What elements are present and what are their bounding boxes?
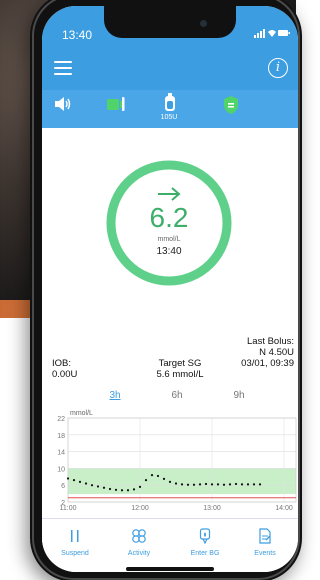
sg-data-point bbox=[102, 486, 106, 489]
target-sg-block: Target SG 5.6 mmol/L bbox=[140, 358, 220, 380]
y-tick-label: 6 bbox=[61, 483, 65, 490]
trend-arrow-right-icon bbox=[158, 187, 181, 201]
nav-suspend[interactable]: Suspend bbox=[50, 527, 100, 557]
sensor-glucose-unit: mmol/L bbox=[157, 236, 181, 243]
last-bolus-time: 03/01, 09:39 bbox=[241, 358, 294, 369]
target-range-band bbox=[68, 468, 296, 495]
sg-data-point bbox=[120, 489, 124, 492]
shield-icon[interactable] bbox=[222, 95, 240, 115]
sg-data-point bbox=[96, 485, 100, 488]
blood-drop-icon bbox=[199, 528, 211, 544]
hamburger-menu-icon[interactable] bbox=[54, 61, 72, 77]
sg-data-point bbox=[138, 485, 142, 488]
nav-events-label: Events bbox=[254, 550, 276, 557]
sensor-glucose-chart[interactable]: 261014182211:00 12:00 13:00 14:00mmol/L bbox=[42, 404, 298, 520]
sg-data-point bbox=[78, 480, 82, 483]
sg-data-point bbox=[150, 474, 154, 477]
sg-data-point bbox=[66, 477, 70, 480]
y-tick-label: 14 bbox=[57, 450, 65, 457]
iob-label: IOB: bbox=[52, 358, 72, 369]
pump-battery-icon[interactable] bbox=[106, 96, 126, 112]
sg-data-point bbox=[180, 483, 184, 486]
sg-data-point bbox=[72, 479, 76, 482]
sg-data-point bbox=[162, 477, 166, 480]
nav-activity-label: Activity bbox=[127, 550, 151, 557]
time-range-tabs: 3h 6h 9h bbox=[42, 388, 298, 404]
sg-data-point bbox=[204, 482, 208, 486]
nav-enter-bg[interactable]: Enter BG bbox=[180, 527, 230, 557]
sg-data-point bbox=[156, 474, 160, 478]
activity-icon bbox=[132, 529, 146, 543]
sg-data-point bbox=[240, 483, 244, 486]
target-sg-label: Target SG bbox=[158, 358, 202, 369]
speaker-icon[interactable] bbox=[54, 96, 72, 112]
x-tick-label: 13:00 bbox=[203, 505, 221, 512]
phone-screen: 13:40 i 105U 6.2 mmol/L 13:40 IOB: 0.00U… bbox=[42, 6, 298, 572]
bottom-navigation: Suspend Activity Enter BG Events bbox=[42, 518, 298, 572]
y-axis-label: mmol/L bbox=[70, 410, 93, 417]
sg-data-point bbox=[108, 487, 112, 491]
sg-data-point bbox=[114, 488, 118, 491]
home-indicator bbox=[126, 567, 214, 571]
sg-data-point bbox=[252, 483, 256, 486]
iob-block: IOB: 0.00U bbox=[52, 358, 77, 380]
last-bolus-value: N 4.50U bbox=[259, 347, 294, 358]
signal-wifi-battery-icon bbox=[254, 29, 290, 38]
sg-data-point bbox=[132, 488, 136, 491]
sg-data-point bbox=[192, 483, 196, 486]
tab-6h[interactable]: 6h bbox=[162, 390, 192, 401]
y-tick-label: 18 bbox=[57, 433, 65, 440]
reservoir-units: 105U bbox=[160, 114, 178, 121]
sensor-glucose-time: 13:40 bbox=[156, 246, 182, 257]
sg-data-point bbox=[144, 479, 148, 482]
info-icon[interactable]: i bbox=[268, 58, 288, 78]
tab-9h[interactable]: 9h bbox=[224, 390, 254, 401]
nav-events[interactable]: Events bbox=[240, 527, 290, 557]
sg-data-point bbox=[234, 482, 238, 486]
events-icon bbox=[259, 528, 271, 544]
y-tick-label: 22 bbox=[57, 416, 65, 423]
sg-data-point bbox=[174, 482, 178, 485]
last-bolus-block: Last Bolus: N 4.50U 03/01, 09:39 bbox=[241, 336, 294, 369]
reservoir-icon[interactable] bbox=[163, 93, 177, 113]
y-tick-label: 10 bbox=[57, 466, 65, 473]
status-time: 13:40 bbox=[62, 28, 93, 42]
status-icons bbox=[254, 28, 290, 41]
phone-notch bbox=[104, 6, 236, 38]
target-sg-value: 5.6 mmol/L bbox=[156, 369, 204, 380]
sensor-glucose-value: 6.2 bbox=[149, 202, 189, 233]
app-bar: i bbox=[42, 50, 298, 90]
sg-data-point bbox=[228, 483, 232, 486]
sg-data-point bbox=[90, 484, 94, 487]
nav-enter-bg-label: Enter BG bbox=[190, 550, 220, 557]
nav-suspend-label: Suspend bbox=[61, 550, 89, 557]
sg-data-point bbox=[186, 483, 190, 486]
sg-data-point bbox=[222, 483, 226, 486]
sg-data-point bbox=[168, 480, 172, 483]
sg-data-point bbox=[246, 483, 250, 486]
nav-activity[interactable]: Activity bbox=[114, 527, 164, 557]
x-tick-label: 12:00 bbox=[131, 505, 149, 512]
sg-data-point bbox=[210, 483, 214, 486]
x-tick-label: 11:00 bbox=[60, 505, 77, 512]
main-content: 6.2 mmol/L 13:40 IOB: 0.00U Target SG 5.… bbox=[42, 128, 298, 528]
pause-icon bbox=[71, 530, 79, 542]
sg-data-point bbox=[258, 483, 262, 486]
x-tick-label: 14:00 bbox=[275, 505, 293, 512]
last-bolus-label: Last Bolus: bbox=[247, 336, 294, 347]
iob-value: 0.00U bbox=[52, 369, 78, 380]
device-status-bar: 105U bbox=[42, 90, 298, 128]
sg-data-point bbox=[198, 483, 202, 486]
sg-data-point bbox=[126, 489, 130, 492]
tab-3h[interactable]: 3h bbox=[100, 390, 130, 401]
sg-data-point bbox=[84, 482, 88, 485]
sg-data-point bbox=[216, 483, 220, 486]
